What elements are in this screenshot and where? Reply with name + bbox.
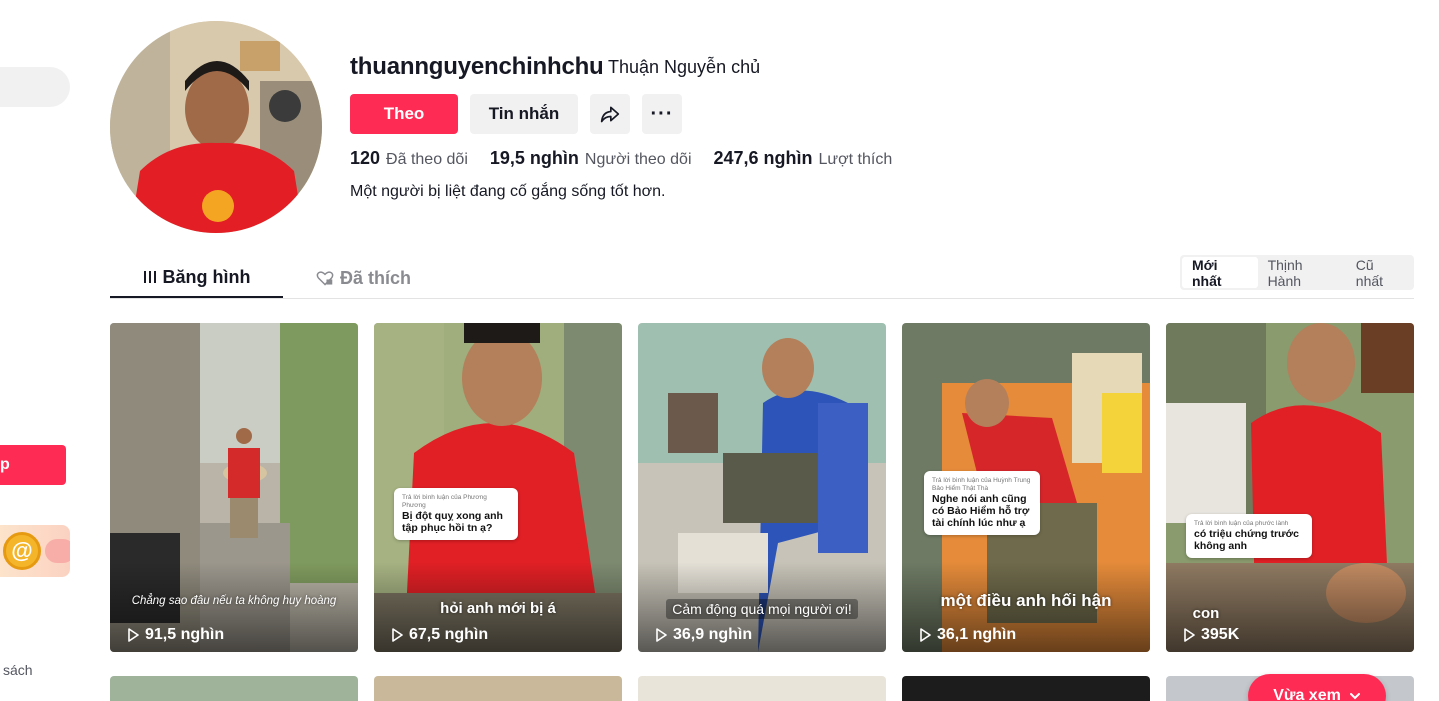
video-card[interactable] [638,676,886,701]
video-view-count: 36,9 nghìn [673,626,753,643]
sort-oldest[interactable]: Cũ nhất [1346,257,1412,289]
profile-stats: 120 Đã theo dõi 19,5 nghìn Người theo dõ… [350,148,914,169]
video-card[interactable] [374,676,622,701]
video-card[interactable]: Cảm động quá mọi người ơi! 36,9 nghìn [638,323,886,652]
play-icon [392,628,403,642]
reply-comment-bubble: Trả lời bình luận của Huỳnh Trung Bảo Hi… [924,471,1040,535]
sort-latest[interactable]: Mới nhất [1182,257,1258,289]
tab-liked-label: Đã thích [340,267,412,288]
sort-popular[interactable]: Thịnh Hành [1258,257,1346,289]
video-card[interactable]: Chẳng sao đâu nếu ta không huy hoàng 91,… [110,323,358,652]
video-card[interactable] [902,676,1150,701]
play-icon [656,628,667,642]
video-card[interactable] [110,676,358,701]
video-caption: hỏi anh mới bị á [440,600,556,617]
grid-icon [143,271,156,283]
play-icon [920,628,931,642]
reply-to-text: Trả lời bình luận của Phương Phương [402,494,487,509]
reply-comment-bubble: Trả lời bình luận của phước lành có triệ… [1186,514,1312,558]
tab-videos[interactable]: Băng hình [110,258,283,298]
heart-lock-icon [316,271,334,286]
video-view-count: 395K [1201,626,1240,643]
profile-nickname: Thuận Nguyễn chủ [608,57,761,77]
reply-text: Bị đột quỵ xong anh tập phục hồi tn ạ? [402,510,503,534]
following-count[interactable]: 120 [350,148,380,169]
avatar-image [110,21,322,233]
sidebar-login-button[interactable]: p [0,445,66,485]
followers-label: Người theo dõi [584,151,692,168]
video-views: 395K [1182,626,1239,644]
play-icon [128,628,139,642]
avatar[interactable] [110,21,322,233]
profile-username: thuannguyenchinhchu [350,53,604,80]
follow-button[interactable]: Theo [350,94,458,134]
reply-to-text: Trả lời bình luận của phước lành [1194,520,1289,527]
play-icon [1184,628,1195,642]
video-caption: con [1192,605,1220,622]
reply-comment-bubble: Trả lời bình luận của Phương Phương Bị đ… [394,488,518,540]
sort-toggle: Mới nhất Thịnh Hành Cũ nhất [1180,255,1414,290]
recently-watched-label: Vừa xem [1273,687,1341,701]
profile-bio: Một người bị liệt đang cố gắng sống tốt … [350,183,666,200]
video-caption: một điều anh hối hận [940,591,1112,610]
tab-liked[interactable]: Đã thích [316,258,411,298]
coin-promo-banner[interactable]: @ [0,525,70,577]
reply-to-text: Trả lời bình luận của Huỳnh Trung Bảo Hi… [932,477,1031,492]
more-icon: ··· [650,102,674,125]
video-view-count: 67,5 nghìn [409,626,489,643]
video-views: 36,9 nghìn [654,626,752,644]
decorative-shape [45,539,70,563]
video-view-count: 91,5 nghìn [145,626,225,643]
reply-text: có triệu chứng trước không anh [1194,528,1299,552]
caption-highlight: Cảm động quá mọi người ơi! [666,599,858,619]
share-button[interactable] [590,94,630,134]
video-views: 67,5 nghìn [390,626,488,644]
reply-text: Nghe nói anh cũng có Bảo Hiểm hỗ trợ tài… [932,493,1030,529]
search-bar[interactable] [0,67,70,107]
video-caption: Cảm động quá mọi người ơi! [638,599,886,619]
video-card[interactable]: Trả lời bình luận của phước lành có triệ… [1166,323,1414,652]
followers-count[interactable]: 19,5 nghìn [490,148,579,169]
share-icon [600,106,620,123]
sidebar-footer-text[interactable]: sách [3,662,33,678]
more-options-button[interactable]: ··· [642,94,682,134]
likes-count: 247,6 nghìn [713,148,813,168]
video-view-count: 36,1 nghìn [937,626,1017,643]
recently-watched-button[interactable]: Vừa xem [1248,674,1386,701]
video-views: 36,1 nghìn [918,626,1016,644]
video-card[interactable]: Trả lời bình luận của Huỳnh Trung Bảo Hi… [902,323,1150,652]
video-caption: Chẳng sao đâu nếu ta không huy hoàng [131,595,337,607]
likes-label: Lượt thích [818,151,893,168]
coin-icon: @ [3,532,41,570]
tab-videos-label: Băng hình [162,266,251,287]
video-card[interactable]: Trả lời bình luận của Phương Phương Bị đ… [374,323,622,652]
chevron-down-icon [1349,693,1360,700]
message-button[interactable]: Tin nhắn [470,94,578,134]
following-label: Đã theo dõi [386,151,468,168]
video-views: 91,5 nghìn [126,626,224,644]
